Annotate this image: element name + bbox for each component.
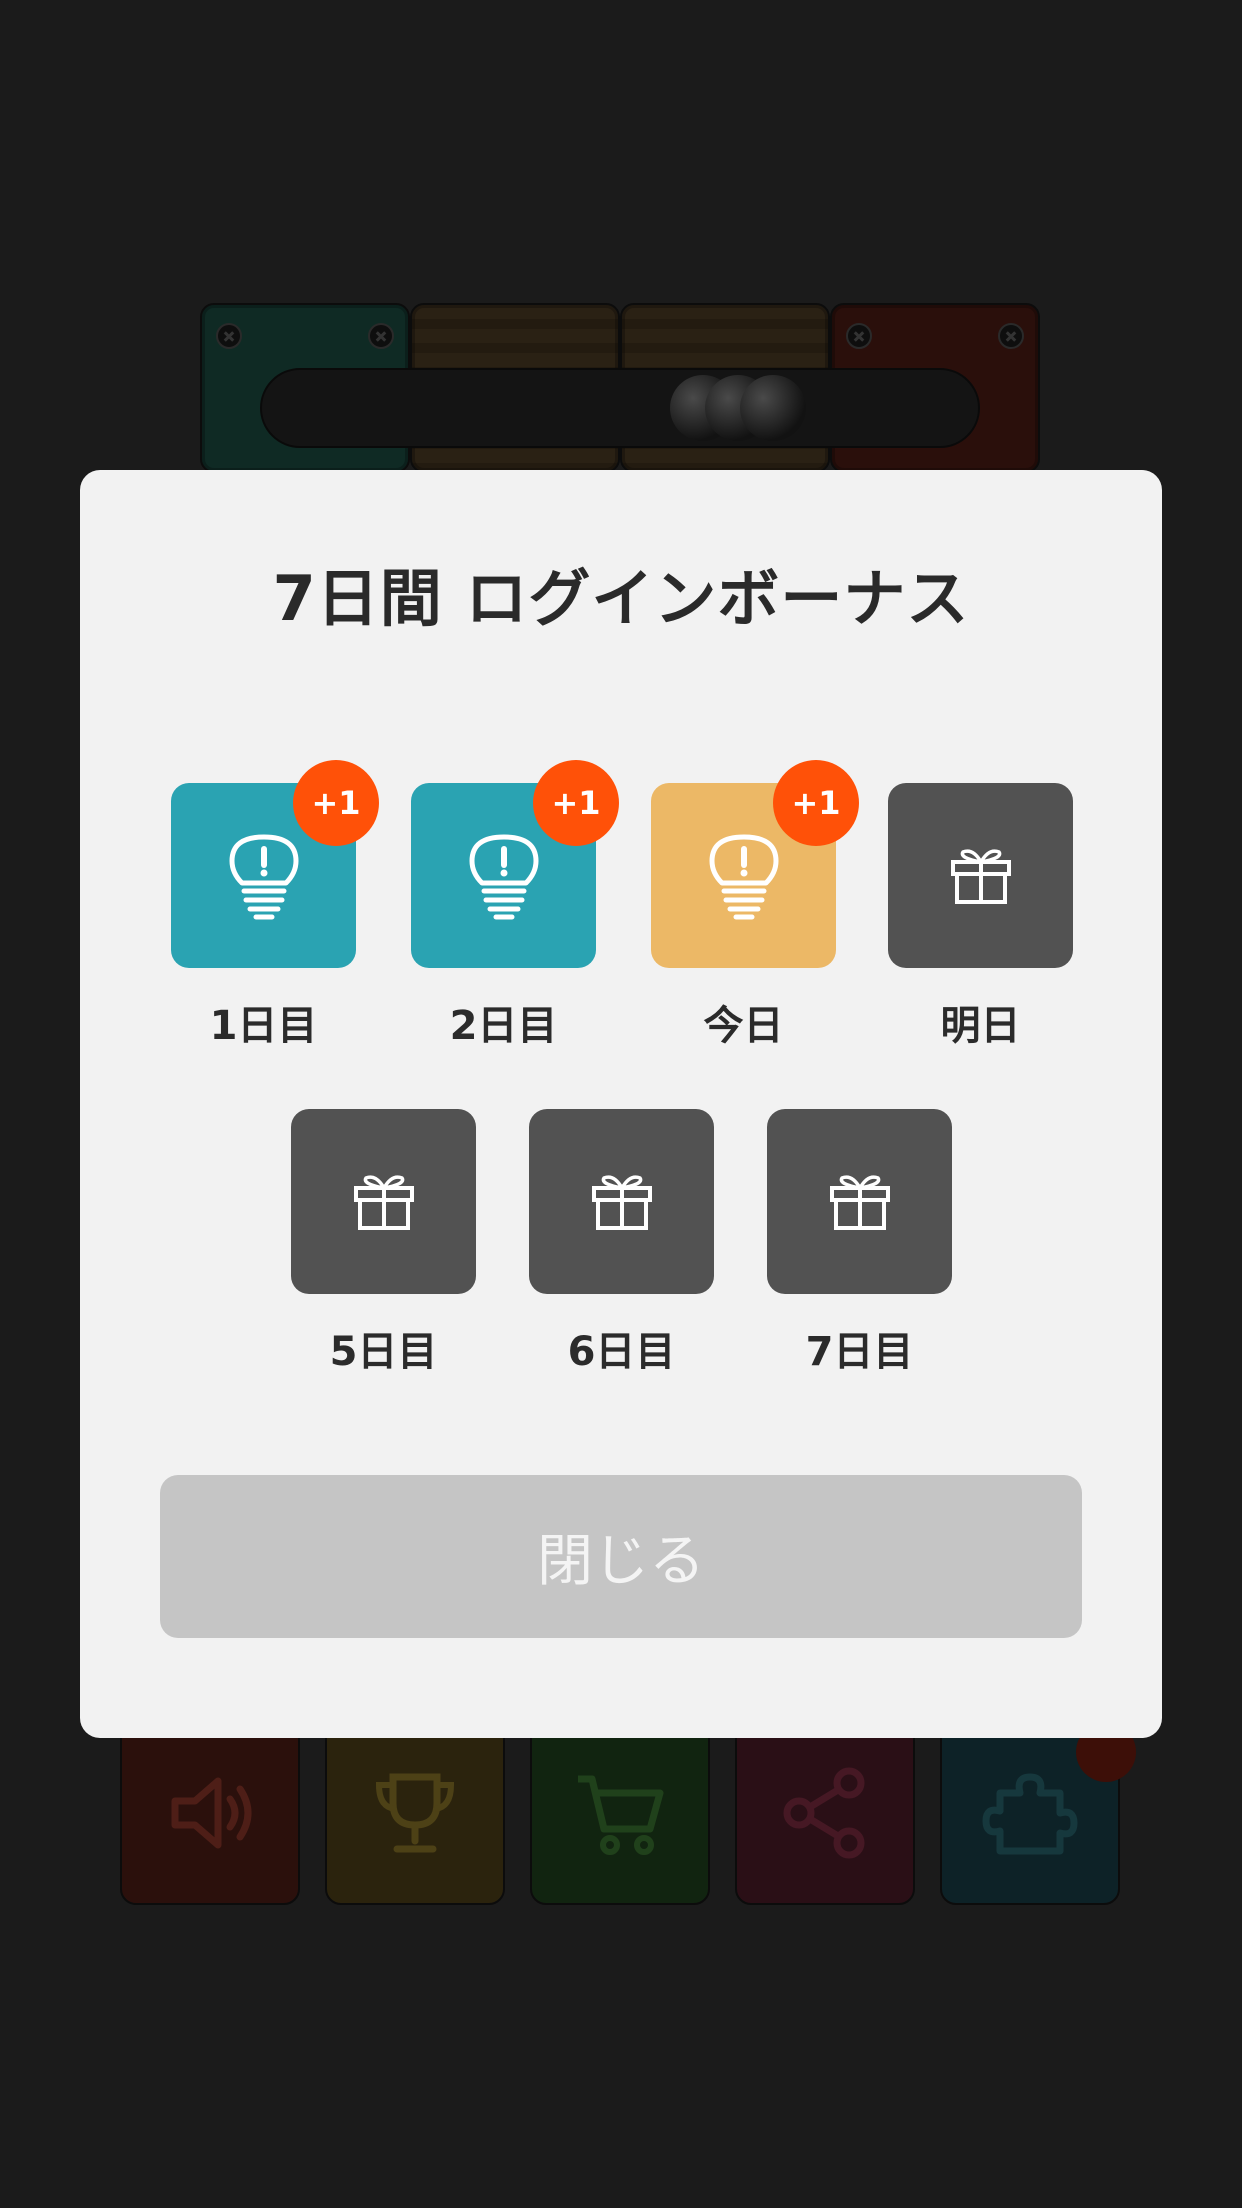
- shop-button[interactable]: [530, 1720, 710, 1905]
- gift-icon: [829, 1174, 890, 1230]
- screw-icon: [846, 323, 872, 349]
- day-label: 5日目: [329, 1329, 438, 1375]
- day-7-item: 7日目: [767, 1109, 952, 1375]
- bottom-toolbar: [120, 1720, 1136, 1905]
- gift-icon: [950, 848, 1011, 904]
- day-2-item: +1 2日目: [411, 760, 619, 1049]
- reward-box: [767, 1109, 952, 1294]
- gift-icon: [591, 1174, 652, 1230]
- reward-box: [888, 783, 1073, 968]
- day-label: 2日目: [449, 1003, 558, 1049]
- game-board: [200, 303, 1040, 473]
- ball: [740, 375, 806, 441]
- day-6-item: 6日目: [529, 1109, 714, 1375]
- day-label: 7日目: [805, 1329, 914, 1375]
- reward-box: [529, 1109, 714, 1294]
- screw-icon: [216, 323, 242, 349]
- cart-icon: [578, 1775, 664, 1855]
- reward-box: [291, 1109, 476, 1294]
- close-button[interactable]: 閉じる: [160, 1475, 1082, 1638]
- screw-icon: [368, 323, 394, 349]
- day-label: 6日目: [567, 1329, 676, 1375]
- screen: 7日間 ログインボーナス +1 1日目 +1 2日目 +1 今日 明日 5日目 …: [0, 0, 1242, 2208]
- dialog-title: 7日間 ログインボーナス: [272, 562, 970, 635]
- ball-track: [260, 368, 980, 448]
- gift-icon: [353, 1174, 414, 1230]
- day-tomorrow-item: 明日: [888, 783, 1073, 1049]
- day-label: 今日: [703, 1003, 784, 1049]
- ranking-button[interactable]: [325, 1720, 505, 1905]
- day-today-item: +1 今日: [651, 760, 859, 1049]
- bonus-badge: +1: [293, 760, 379, 846]
- puzzle-button[interactable]: [940, 1720, 1136, 1905]
- sound-button[interactable]: [120, 1720, 300, 1905]
- share-button[interactable]: [735, 1720, 915, 1905]
- speaker-icon: [171, 1777, 252, 1848]
- trophy-icon: [375, 1773, 455, 1852]
- day-label: 明日: [940, 1003, 1021, 1049]
- bonus-badge: +1: [533, 760, 619, 846]
- day-5-item: 5日目: [291, 1109, 476, 1375]
- share-icon: [783, 1767, 865, 1858]
- lightbulb-icon: [709, 834, 778, 919]
- bonus-badge: +1: [773, 760, 859, 846]
- login-bonus-dialog: 7日間 ログインボーナス +1 1日目 +1 2日目 +1 今日 明日 5日目 …: [80, 470, 1162, 1738]
- lightbulb-icon: [469, 834, 538, 919]
- day-1-item: +1 1日目: [171, 760, 379, 1049]
- lightbulb-icon: [229, 834, 298, 919]
- screw-icon: [998, 323, 1024, 349]
- puzzle-icon: [982, 1773, 1078, 1854]
- day-label: 1日目: [209, 1003, 318, 1049]
